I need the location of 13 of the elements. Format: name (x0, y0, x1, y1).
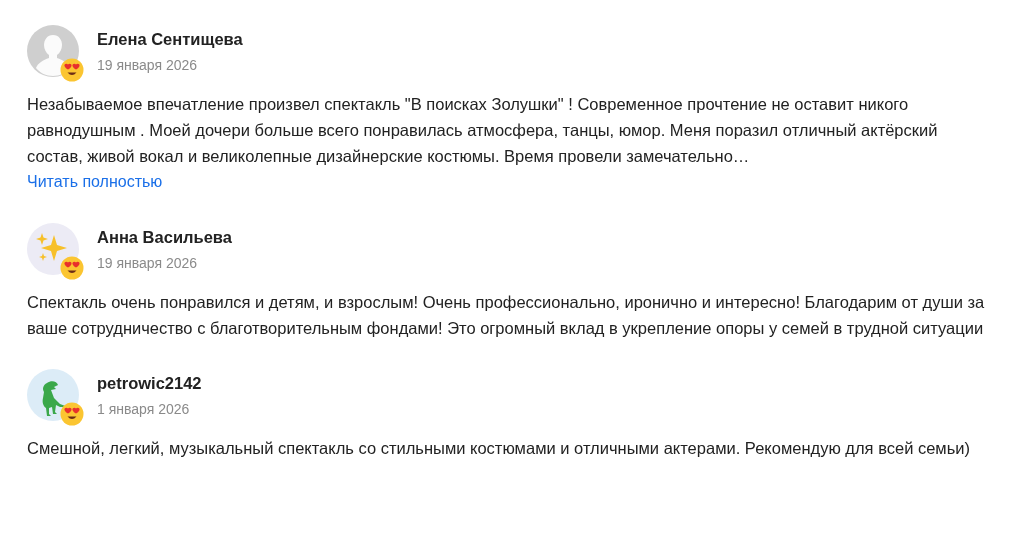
review-date: 1 января 2026 (97, 401, 191, 417)
review-date: 19 января 2026 (97, 57, 199, 73)
heart-eyes-emoji-icon (60, 402, 84, 426)
review-text: Спектакль очень понравился и детям, и взрослым! Очень профессионально, иронично и интересно! Благодарим от души за ваше сотрудничество с благотворительным фондами! Это огромный вклад в укрепление опоры у семей в трудной ситуации (27, 292, 986, 339)
author-name: Анна Васильева (97, 228, 232, 247)
review-text: Незабываемое впечатление произвел спектакль "В поисках Золушки" ! Современное прочтение не оставит никого равнодушным . Моей дочери больше всего понравилась атмосфера, танцы, юмор. Меня поразил отличный актёрский состав, живой вокал и великолепные дизайнерские костюмы. Время провели замечательно… (27, 94, 939, 167)
read-more-link[interactable]: Читать полностью (27, 169, 163, 195)
heart-eyes-emoji-icon (60, 58, 84, 82)
review-date: 19 января 2026 (97, 255, 199, 271)
review-text: Смешной, легкий, музыкальный спектакль со стильными костюмами и отличными актерами. Рекомендую для всей семьи) (27, 438, 971, 459)
heart-eyes-emoji-icon (60, 256, 84, 280)
author-name: Елена Сентищева (97, 30, 243, 49)
author-name: petrowic2142 (97, 374, 202, 393)
